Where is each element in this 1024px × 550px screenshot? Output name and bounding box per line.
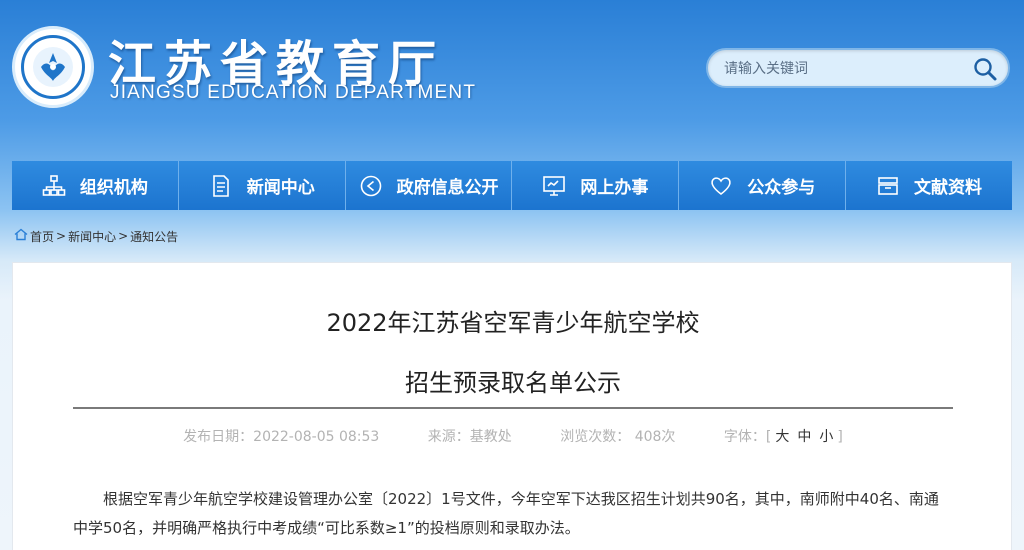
article-title-line2: 招生预录取名单公示	[405, 369, 621, 397]
breadcrumb-news[interactable]: 新闻中心	[68, 228, 116, 245]
nav-label: 公众参与	[747, 178, 816, 198]
document-icon	[209, 174, 233, 198]
nav-item-documents[interactable]: 文献资料	[846, 161, 1012, 210]
font-size-label: 字体：[	[723, 429, 772, 445]
org-chart-icon	[42, 174, 66, 198]
article-card: 2022年江苏省空军青少年航空学校 招生预录取名单公示 发布日期：2022-08…	[12, 262, 1012, 550]
heart-icon	[709, 174, 733, 198]
nav-item-news[interactable]: 新闻中心	[178, 161, 346, 210]
search-icon[interactable]	[972, 56, 998, 82]
site-subtitle: JIANGSU EDUCATION DEPARTMENT	[110, 82, 477, 103]
nav-label: 网上办事	[580, 178, 649, 198]
site-header: 江苏省教育厅 JIANGSU EDUCATION DEPARTMENT	[0, 0, 1024, 150]
announcement-icon	[359, 174, 383, 198]
view-count: 浏览次数： 408次	[560, 429, 676, 445]
emblem-icon	[33, 47, 73, 87]
title-divider	[73, 407, 953, 409]
nav-label: 组织机构	[79, 178, 148, 198]
monitor-icon	[542, 174, 566, 198]
nav-item-public-participation[interactable]: 公众参与	[679, 161, 847, 210]
nav-label: 政府信息公开	[396, 178, 499, 198]
nav-item-gov-info[interactable]: 政府信息公开	[345, 161, 513, 210]
breadcrumb-home[interactable]: 首页	[30, 228, 54, 245]
article-paragraph: 根据空军青少年航空学校建设管理办公室〔2022〕1号文件，今年空军下达我区招生计…	[73, 490, 939, 537]
article-title-line1: 2022年江苏省空军青少年航空学校	[326, 309, 700, 337]
font-small-button[interactable]: 小	[819, 429, 833, 445]
article-source: 来源：基教处	[427, 429, 512, 445]
logo[interactable]	[12, 26, 94, 108]
breadcrumb-separator: >	[56, 229, 67, 243]
main-nav: 组织机构 新闻中心 政府信息公开 网上办事 公众参与 文献资料	[12, 161, 1012, 210]
font-size-switcher: 字体：[大中小]	[724, 429, 843, 445]
search-input[interactable]	[724, 58, 964, 80]
nav-label: 文献资料	[914, 178, 983, 198]
nav-item-online-services[interactable]: 网上办事	[512, 161, 680, 210]
breadcrumb-notice[interactable]: 通知公告	[130, 228, 178, 245]
font-medium-button[interactable]: 中	[797, 429, 811, 445]
search-box	[706, 48, 1010, 88]
breadcrumb-separator: >	[118, 229, 129, 243]
font-large-button[interactable]: 大	[775, 429, 789, 445]
font-size-close: ]	[837, 429, 843, 445]
nav-item-organization[interactable]: 组织机构	[12, 161, 179, 210]
nav-label: 新闻中心	[246, 178, 315, 198]
logo-emblem	[21, 35, 85, 99]
breadcrumb: 首页 > 新闻中心 > 通知公告	[14, 227, 178, 245]
article-meta: 发布日期：2022-08-05 08:53 来源：基教处 浏览次数： 408次 …	[13, 426, 1013, 446]
archive-icon	[876, 174, 900, 198]
home-icon	[14, 228, 28, 244]
publish-date: 发布日期：2022-08-05 08:53	[183, 429, 380, 445]
